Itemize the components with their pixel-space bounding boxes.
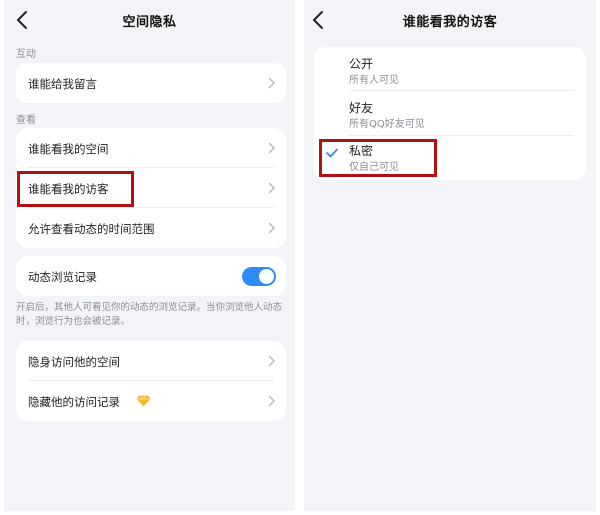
toggle-knob	[259, 269, 274, 284]
visibility-options-card: 公开 所有人可见 好友 所有QQ好友可见 私密 仅自己可见	[314, 47, 586, 180]
checkmark-icon	[326, 148, 338, 158]
page-title: 空间隐私	[122, 15, 177, 30]
view-card: 谁能看我的空间 谁能看我的访客 允许查看动态的时间范围	[16, 128, 286, 248]
option-friends[interactable]: 好友 所有QQ好友可见	[314, 91, 586, 135]
option-title: 公开	[349, 57, 374, 71]
option-private[interactable]: 私密 仅自己可见	[314, 136, 586, 180]
row-time-range[interactable]: 允许查看动态的时间范围	[16, 208, 286, 248]
option-subtitle: 所有人可见	[349, 75, 399, 86]
row-label: 隐身访问他的空间	[28, 355, 120, 369]
row-who-can-comment[interactable]: 谁能给我留言	[16, 63, 286, 103]
row-label: 动态浏览记录	[28, 270, 97, 284]
interact-card: 谁能给我留言	[16, 63, 286, 103]
option-title: 私密	[349, 144, 374, 158]
row-who-can-view-visitors[interactable]: 谁能看我的访客	[16, 168, 286, 208]
section-label-view: 查看	[16, 115, 36, 126]
visitor-visibility-screen: 谁能看我的访客 公开 所有人可见 好友 所有QQ好友可见 私密 仅自己可见	[304, 0, 596, 511]
row-label: 允许查看动态的时间范围	[28, 222, 155, 236]
visit-card: 隐身访问他的空间 隐藏他的访问记录	[16, 341, 286, 421]
chevron-right-icon	[268, 142, 275, 154]
top-bar: 谁能看我的访客	[304, 0, 596, 40]
option-subtitle: 所有QQ好友可见	[349, 119, 425, 130]
section-label-interact: 互动	[16, 49, 36, 60]
row-label: 隐藏他的访问记录	[28, 395, 120, 409]
top-bar: 空间隐私	[4, 0, 295, 40]
browse-record-card: 动态浏览记录	[16, 256, 286, 296]
chevron-right-icon	[268, 355, 275, 367]
row-label: 谁能看我的空间	[28, 142, 109, 156]
chevron-right-icon	[268, 77, 275, 89]
page-title: 谁能看我的访客	[402, 15, 498, 30]
option-subtitle: 仅自己可见	[349, 162, 399, 173]
row-label: 谁能看我的访客	[28, 182, 109, 196]
row-who-can-view-space[interactable]: 谁能看我的空间	[16, 128, 286, 168]
option-public[interactable]: 公开 所有人可见	[314, 47, 586, 91]
diamond-icon	[136, 395, 151, 407]
row-label: 谁能给我留言	[28, 77, 97, 91]
privacy-settings-screen: 空间隐私 互动 谁能给我留言 查看 谁能看我的空间 谁能看我的访客 允许查看动态…	[4, 0, 295, 511]
chevron-right-icon	[268, 182, 275, 194]
option-title: 好友	[349, 101, 374, 115]
row-browse-record: 动态浏览记录	[16, 256, 286, 296]
chevron-right-icon	[268, 222, 275, 234]
browse-record-toggle[interactable]	[242, 267, 276, 286]
browse-record-note: 开启后，其他人可看见你的动态的浏览记录。当你浏览他人动态时，浏览行为也会被记录。	[16, 302, 283, 327]
row-hide-visit-record[interactable]: 隐藏他的访问记录	[16, 381, 286, 421]
row-invisible-visit[interactable]: 隐身访问他的空间	[16, 341, 286, 381]
chevron-right-icon	[268, 395, 275, 407]
